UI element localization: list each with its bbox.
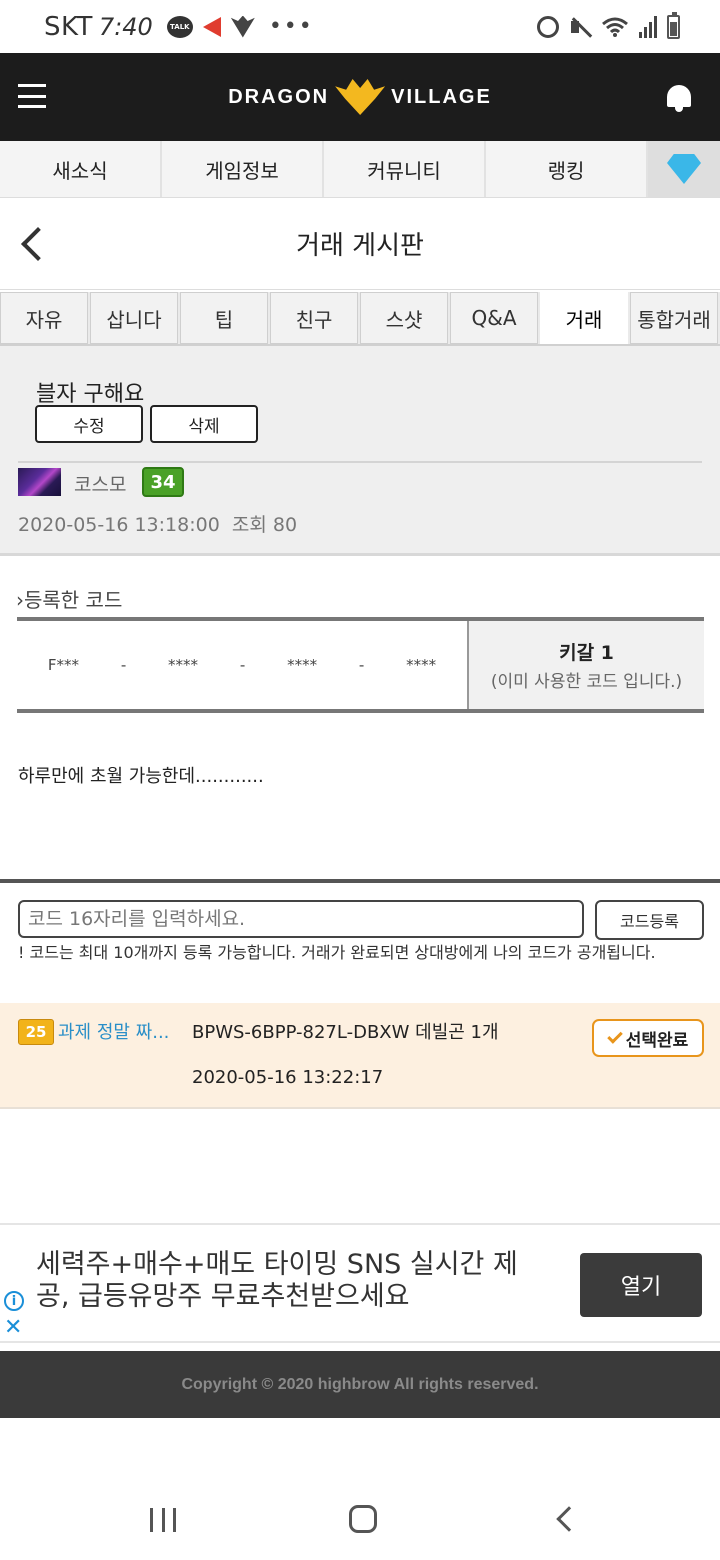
code-part: **** (406, 656, 437, 674)
main-nav: 새소식 게임정보 커뮤니티 랭킹 (0, 141, 720, 198)
post-views: 조회 80 (231, 514, 298, 536)
notification-icons: TALK ••• (166, 14, 314, 39)
tab-integrated-trade[interactable]: 통합거래 (630, 292, 718, 344)
select-complete-label: 선택완료 (625, 1030, 689, 1051)
board-tabs: 자유 삽니다 팁 친구 스샷 Q&A 거래 통합거래 (0, 292, 720, 346)
footer: Copyright © 2020 highbrow All rights res… (0, 1351, 720, 1418)
dragon-wing-icon (335, 79, 386, 115)
nav-gem-button[interactable] (648, 141, 720, 197)
reply-datetime: 2020-05-16 13:22:17 (192, 1067, 384, 1088)
code-notice: ! 코드는 최대 10개까지 등록 가능합니다. 거래가 완료되면 상대방에게 … (18, 943, 656, 962)
code-status: 키갈 1 (이미 사용한 코드 입니다.) (469, 621, 704, 709)
clock: 7:40 (98, 12, 153, 41)
reply-row: 25 과제 정말 짜... BPWS-6BPP-827L-DBXW 데빌곤 1개… (0, 1003, 720, 1109)
author-level-badge: 34 (142, 467, 184, 497)
carrier-label: SKT (44, 11, 93, 42)
post-body: 하루만에 초월 가능한데............ (18, 766, 264, 787)
alarm-icon (537, 15, 559, 38)
system-icons (537, 11, 680, 39)
reply-level-badge: 25 (18, 1019, 54, 1045)
page-title-bar: 거래 게시판 (0, 198, 720, 290)
reply-nickname[interactable]: 과제 정말 짜... (58, 1018, 169, 1044)
logo-text-left: DRAGON (228, 85, 330, 108)
post-meta: 2020-05-16 13:18:00 조회 80 (18, 510, 297, 537)
bell-icon[interactable] (666, 83, 692, 113)
reply-code-text: BPWS-6BPP-827L-DBXW 데빌곤 1개 (192, 1022, 499, 1043)
check-icon (606, 1028, 623, 1044)
code-separator: - (358, 656, 365, 674)
nav-ranking[interactable]: 랭킹 (486, 141, 648, 197)
copyright-text: Copyright © 2020 highbrow All rights res… (181, 1375, 539, 1393)
tab-free[interactable]: 자유 (0, 292, 88, 344)
battery-icon (667, 11, 680, 39)
post-datetime: 2020-05-16 13:18:00 (18, 514, 220, 536)
signal-icon (639, 15, 657, 38)
tab-trade[interactable]: 거래 (540, 292, 628, 344)
code-input[interactable] (18, 900, 584, 938)
edit-button[interactable]: 수정 (35, 405, 143, 443)
code-parts: F*** - **** - **** - **** (17, 621, 469, 709)
mute-icon (569, 16, 591, 38)
megaphone-icon (202, 16, 221, 37)
dragon-village-logo[interactable]: DRAGON VILLAGE (228, 79, 492, 115)
logo-text-right: VILLAGE (391, 85, 492, 108)
status-bar: SKT 7:40 TALK ••• (0, 0, 720, 53)
back-icon[interactable] (556, 1506, 582, 1532)
code-part: **** (168, 656, 199, 674)
code-status-sub: (이미 사용한 코드 입니다.) (490, 672, 683, 692)
post-title: 블자 구해요 (36, 382, 145, 407)
info-icon[interactable]: i (4, 1291, 24, 1311)
recents-icon[interactable] (150, 1508, 176, 1534)
code-part: F*** (47, 656, 80, 674)
tab-screenshots[interactable]: 스샷 (360, 292, 448, 344)
select-complete-button[interactable]: 선택완료 (592, 1019, 704, 1057)
diamond-icon (667, 154, 701, 184)
nav-news[interactable]: 새소식 (0, 141, 162, 197)
code-separator: - (239, 656, 246, 674)
tab-friends[interactable]: 친구 (270, 292, 358, 344)
menu-icon[interactable] (18, 84, 46, 108)
author-name[interactable]: 코스모 (74, 470, 126, 497)
code-separator: - (120, 656, 127, 674)
more-dots-icon: ••• (268, 14, 314, 39)
dv2-icon (230, 15, 255, 38)
avatar[interactable] (18, 468, 61, 496)
chevron-right-icon: › (16, 588, 24, 612)
registered-code-heading: ›등록한 코드 (16, 584, 122, 613)
back-arrow-icon[interactable] (21, 227, 55, 261)
kakaotalk-icon: TALK (166, 15, 193, 38)
registered-code-box: F*** - **** - **** - **** 키갈 1 (이미 사용한 코… (17, 617, 704, 713)
nav-game-info[interactable]: 게임정보 (162, 141, 324, 197)
post-header: 블자 구해요 수정 삭제 코스모 34 2020-05-16 13:18:00 … (0, 346, 720, 556)
wifi-icon (601, 16, 629, 38)
ad-text: 세력주+매수+매도 타이밍 SNS 실시간 제공, 급등유망주 무료추천받으세요 (36, 1249, 518, 1312)
nav-community[interactable]: 커뮤니티 (324, 141, 486, 197)
code-input-section: 코드등록 ! 코드는 최대 10개까지 등록 가능합니다. 거래가 완료되면 상… (0, 879, 720, 1003)
tab-qna[interactable]: Q&A (450, 292, 538, 344)
app-header: DRAGON VILLAGE (0, 53, 720, 141)
android-nav-bar (0, 1470, 720, 1560)
divider (18, 461, 702, 463)
page-title: 거래 게시판 (296, 231, 424, 261)
registered-code-heading-text: 등록한 코드 (24, 588, 123, 612)
tab-buy[interactable]: 삽니다 (90, 292, 178, 344)
delete-button[interactable]: 삭제 (150, 405, 258, 443)
close-icon[interactable]: ✕ (4, 1317, 22, 1339)
tab-tips[interactable]: 팁 (180, 292, 268, 344)
register-code-button[interactable]: 코드등록 (595, 900, 704, 940)
home-icon[interactable] (349, 1505, 377, 1533)
code-part: **** (287, 656, 318, 674)
ad-banner[interactable]: 세력주+매수+매도 타이밍 SNS 실시간 제공, 급등유망주 무료추천받으세요… (0, 1223, 720, 1343)
ad-open-button[interactable]: 열기 (580, 1253, 702, 1317)
code-status-main: 키갈 1 (559, 642, 614, 664)
